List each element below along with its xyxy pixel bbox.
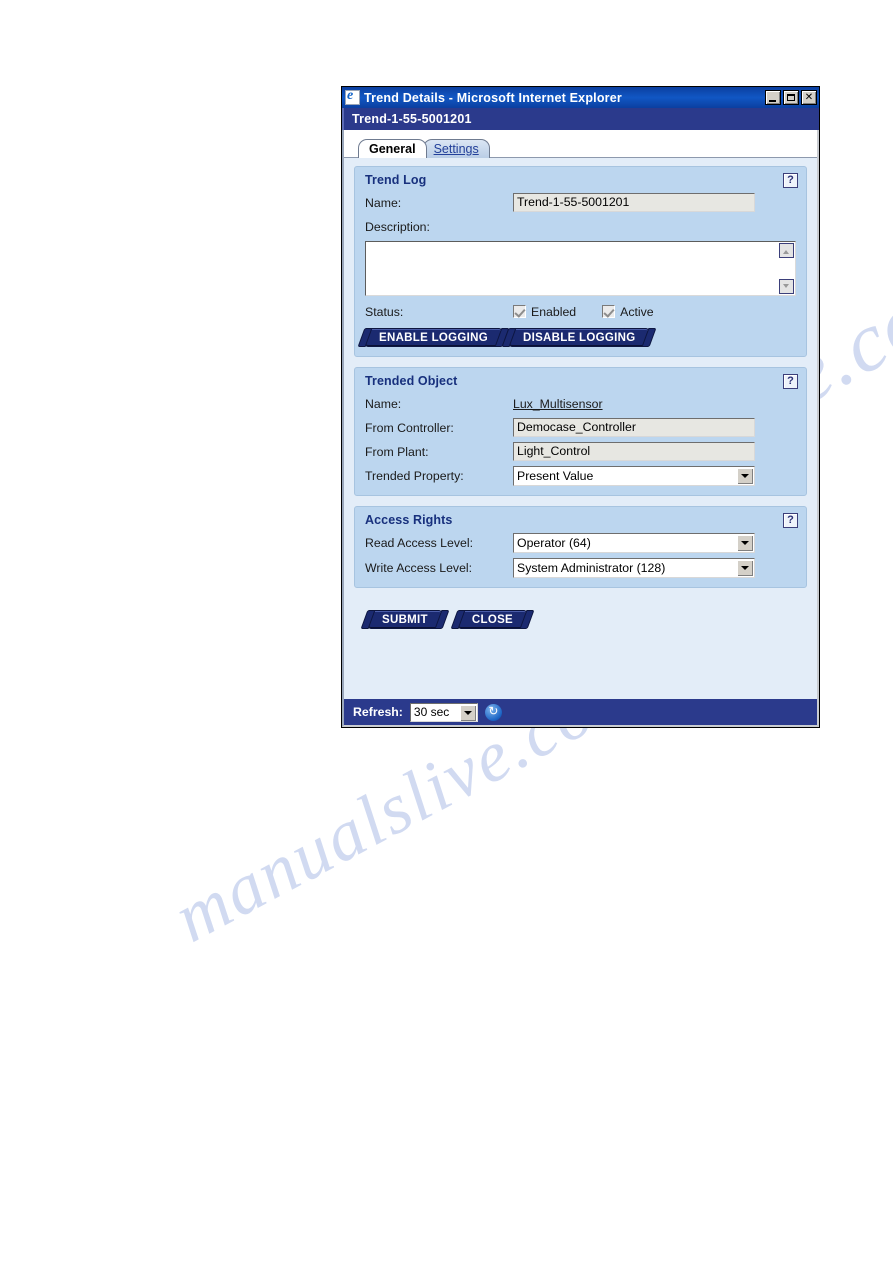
help-icon-access-rights[interactable]: ? (783, 513, 798, 528)
label-write-access: Write Access Level: (365, 561, 473, 575)
trended-property-value: Present Value (517, 469, 594, 483)
trended-property-select[interactable]: Present Value (513, 466, 755, 486)
panel-trended-object: ? Trended Object Name: Lux_Multisensor F… (354, 367, 807, 496)
enable-logging-label: ENABLE LOGGING (379, 331, 488, 344)
scroll-down-icon[interactable] (779, 279, 794, 294)
help-icon-trend-log[interactable]: ? (783, 173, 798, 188)
row-from-plant: From Plant: Light_Control (365, 442, 796, 461)
label-refresh: Refresh: (353, 705, 403, 719)
row-from-controller: From Controller: Democase_Controller (365, 418, 796, 437)
trended-object-link[interactable]: Lux_Multisensor (513, 397, 603, 411)
minimize-button[interactable] (765, 90, 781, 105)
maximize-button[interactable] (783, 90, 799, 105)
window-controls: ✕ (765, 90, 817, 105)
chevron-down-icon[interactable] (737, 535, 753, 551)
tab-bar: General Settings (344, 130, 817, 158)
row-description-label: Description: (365, 217, 796, 236)
trend-name-field[interactable]: Trend-1-55-5001201 (513, 193, 755, 212)
label-enabled: Enabled (531, 304, 577, 319)
row-status: Status: Enabled Active (365, 302, 796, 321)
tab-general-label: General (369, 141, 416, 156)
row-trended-property: Trended Property: Present Value (365, 466, 796, 486)
label-trended-property: Trended Property: (365, 469, 464, 483)
enable-logging-button[interactable]: ENABLE LOGGING (365, 328, 502, 347)
disable-logging-label: DISABLE LOGGING (522, 331, 636, 344)
write-access-value: System Administrator (128) (517, 561, 666, 575)
row-read-access: Read Access Level: Operator (64) (365, 533, 796, 553)
close-button[interactable]: ✕ (801, 90, 817, 105)
close-icon: ✕ (804, 92, 814, 103)
close-form-button[interactable]: CLOSE (457, 610, 528, 629)
label-trend-name: Name: (365, 195, 402, 210)
checkbox-active[interactable] (602, 305, 616, 318)
internet-explorer-icon (345, 88, 360, 105)
action-button-row: SUBMIT CLOSE (354, 598, 807, 629)
from-controller-field[interactable]: Democase_Controller (513, 418, 755, 437)
read-access-select[interactable]: Operator (64) (513, 533, 755, 553)
row-write-access: Write Access Level: System Administrator… (365, 558, 796, 578)
description-textarea[interactable] (365, 241, 796, 296)
label-status: Status: (365, 304, 404, 319)
refresh-bar: Refresh: 30 sec (344, 699, 817, 725)
logging-button-row: ENABLE LOGGING DISABLE LOGGING (365, 328, 796, 347)
chevron-down-icon[interactable] (737, 560, 753, 576)
help-icon-trended-object[interactable]: ? (783, 374, 798, 389)
label-from-controller: From Controller: (365, 420, 454, 435)
panel-title-trend-log: Trend Log (365, 173, 427, 187)
submit-label: SUBMIT (382, 613, 428, 626)
label-description: Description: (365, 219, 430, 234)
label-read-access: Read Access Level: (365, 536, 473, 550)
row-trend-name: Name: Trend-1-55-5001201 (365, 193, 796, 212)
close-label: CLOSE (471, 613, 514, 626)
scroll-up-icon[interactable] (779, 243, 794, 258)
panel-trend-log: ? Trend Log Name: Trend-1-55-5001201 Des… (354, 166, 807, 357)
chevron-down-icon[interactable] (737, 468, 753, 484)
write-access-select[interactable]: System Administrator (128) (513, 558, 755, 578)
label-active: Active (620, 304, 654, 319)
tab-settings[interactable]: Settings (422, 139, 490, 158)
row-object-name: Name: Lux_Multisensor (365, 394, 796, 413)
panel-title-access-rights: Access Rights (365, 513, 453, 527)
window-title: Trend Details - Microsoft Internet Explo… (364, 90, 622, 105)
panel-title-trended-object: Trended Object (365, 374, 458, 388)
page-header-bar: Trend-1-55-5001201 (342, 108, 819, 130)
chevron-down-icon[interactable] (459, 704, 476, 721)
disable-logging-button[interactable]: DISABLE LOGGING (508, 328, 650, 347)
tab-settings-label: Settings (433, 141, 479, 156)
from-plant-field[interactable]: Light_Control (513, 442, 755, 461)
panel-access-rights: ? Access Rights Read Access Level: Opera… (354, 506, 807, 588)
label-from-plant: From Plant: (365, 444, 429, 459)
window-titlebar[interactable]: Trend Details - Microsoft Internet Explo… (342, 87, 819, 108)
refresh-interval-select[interactable]: 30 sec (409, 702, 478, 722)
internet-explorer-window: Trend Details - Microsoft Internet Explo… (341, 86, 820, 728)
content-frame: General Settings ? Trend Log Name: Trend… (342, 130, 819, 727)
checkbox-enabled[interactable] (513, 305, 526, 318)
form-body: ? Trend Log Name: Trend-1-55-5001201 Des… (344, 158, 817, 699)
read-access-value: Operator (64) (517, 536, 591, 550)
submit-button[interactable]: SUBMIT (368, 610, 442, 629)
label-object-name: Name: (365, 396, 402, 411)
tab-general[interactable]: General (358, 139, 427, 158)
refresh-icon[interactable] (484, 703, 502, 721)
page-title: Trend-1-55-5001201 (352, 112, 472, 126)
